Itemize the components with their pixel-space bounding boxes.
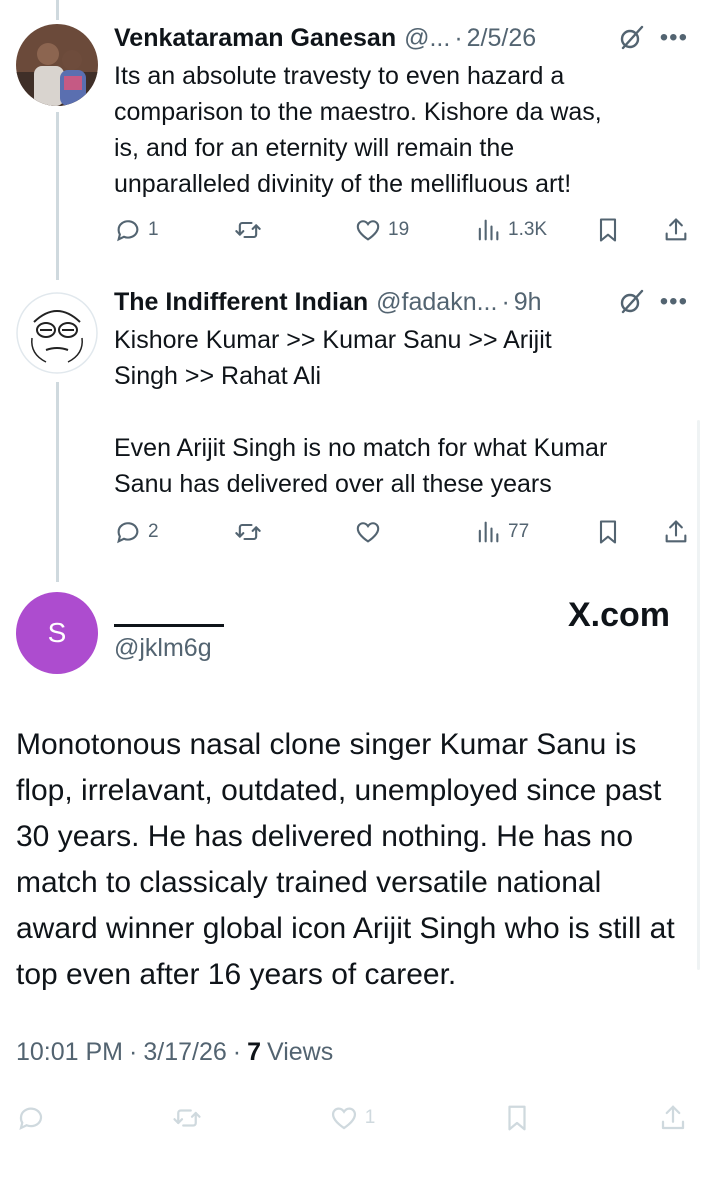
avatar-photo — [16, 24, 98, 106]
tweet-header-1: Venkataraman Ganesan @... · 2/5/26 ••• — [114, 18, 688, 58]
action-bar-1: 1 19 1.3K — [114, 210, 690, 250]
avatar-letter: S — [47, 617, 67, 648]
author-name[interactable]: Venkataraman Ganesan — [114, 24, 396, 53]
separator-dot: · — [501, 287, 510, 316]
main-tweet-date[interactable]: 3/17/26 — [143, 1038, 226, 1067]
avatar-venkataraman[interactable] — [16, 24, 98, 106]
main-views-count: 7 — [247, 1038, 261, 1066]
bookmark-button[interactable] — [594, 512, 622, 552]
site-label: X.com — [567, 596, 670, 634]
meta-separator: · — [232, 1038, 242, 1066]
thread-line-2 — [56, 382, 59, 582]
main-avatar[interactable]: S — [16, 592, 98, 674]
reply-count: 2 — [148, 521, 159, 542]
main-bookmark-button[interactable] — [502, 1098, 532, 1138]
views-count: 77 — [508, 521, 530, 542]
reply-icon — [117, 220, 139, 242]
share-button[interactable] — [662, 512, 690, 552]
xcom-logo: X.com — [568, 596, 670, 635]
bookmark-icon — [599, 520, 617, 544]
more-icon[interactable]: ••• — [660, 288, 688, 316]
share-icon — [665, 520, 687, 543]
like-count: 19 — [388, 219, 410, 240]
main-retweet-button[interactable] — [172, 1098, 202, 1138]
grok-icon[interactable] — [616, 23, 646, 53]
reply-count: 1 — [148, 219, 159, 240]
like-icon — [356, 522, 380, 543]
like-button[interactable]: 19 — [354, 210, 434, 250]
tweet-time[interactable]: 2/5/26 — [467, 24, 537, 53]
main-reply-button[interactable] — [16, 1098, 46, 1138]
thread-page: Venkataraman Ganesan @... · 2/5/26 ••• I… — [0, 0, 704, 1200]
main-author-handle[interactable]: @jklm6g — [114, 634, 212, 663]
share-icon — [665, 218, 687, 241]
views-icon — [478, 219, 499, 241]
main-tweet-text: Monotonous nasal clone singer Kumar Sanu… — [16, 728, 675, 991]
main-author-name-redacted[interactable] — [114, 624, 224, 627]
more-icon[interactable]: ••• — [660, 24, 688, 52]
tweet-header-2: The Indifferent Indian @fadakn... · 9h •… — [114, 282, 688, 322]
views-button[interactable]: 1.3K — [474, 210, 554, 250]
separator-dot: · — [454, 23, 463, 52]
grok-icon[interactable] — [616, 287, 646, 317]
main-views-label: Views — [267, 1038, 334, 1066]
thread-line-top — [56, 0, 59, 20]
reply-button[interactable]: 1 — [114, 210, 194, 250]
thread-line-1 — [56, 112, 59, 280]
main-tweet-meta: 10:01 PM · 3/17/26 · 7 Views — [16, 1038, 333, 1067]
tweet-text-1: Its an absolute travesty to even hazard … — [114, 62, 602, 198]
like-button[interactable] — [354, 512, 434, 552]
bookmark-icon — [507, 1105, 526, 1131]
views-count: 1.3K — [508, 219, 548, 240]
views-button[interactable]: 77 — [474, 512, 554, 552]
tweet-time[interactable]: 9h — [514, 288, 542, 317]
bookmark-icon — [599, 218, 617, 242]
avatar-meme-face — [16, 292, 98, 374]
author-handle[interactable]: @fadakn... — [376, 288, 497, 317]
action-bar-2: 2 77 — [114, 512, 690, 552]
views-icon — [478, 521, 499, 543]
main-like-button[interactable]: 1 — [329, 1098, 376, 1138]
retweet-icon — [173, 1109, 201, 1127]
like-icon — [356, 220, 380, 241]
retweet-icon — [235, 221, 261, 239]
meta-separator: · — [129, 1038, 138, 1066]
avatar-indifferent-indian[interactable] — [16, 292, 98, 374]
reply-button[interactable]: 2 — [114, 512, 194, 552]
share-icon — [661, 1105, 685, 1130]
main-action-bar: 1 — [16, 1096, 688, 1140]
share-button[interactable] — [662, 210, 690, 250]
like-icon — [331, 1107, 356, 1130]
main-tweet-time[interactable]: 10:01 PM — [16, 1038, 123, 1067]
author-handle[interactable]: @... — [404, 24, 450, 53]
reply-icon — [19, 1107, 43, 1131]
tweet-text-2: Kishore Kumar >> Kumar Sanu >> Arijit Si… — [114, 326, 608, 498]
retweet-icon — [235, 523, 261, 541]
author-name[interactable]: The Indifferent Indian — [114, 288, 368, 317]
retweet-button[interactable] — [234, 210, 314, 250]
main-like-count: 1 — [364, 1107, 376, 1128]
scrollbar[interactable] — [697, 420, 700, 970]
bookmark-button[interactable] — [594, 210, 622, 250]
reply-icon — [117, 522, 139, 544]
retweet-button[interactable] — [234, 512, 314, 552]
main-share-button[interactable] — [658, 1098, 688, 1138]
